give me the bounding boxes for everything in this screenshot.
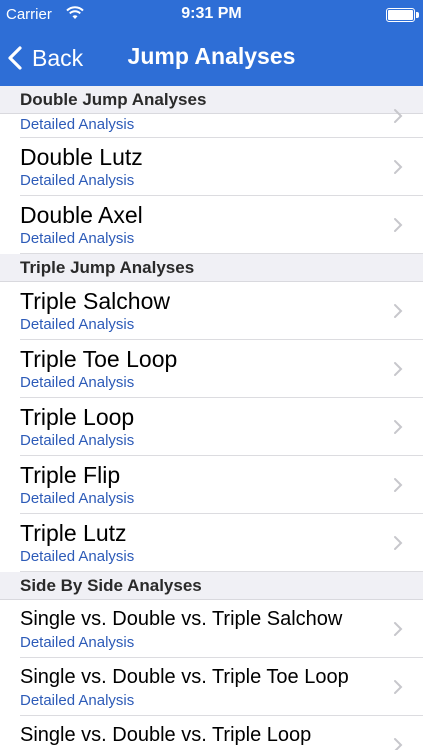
- item-subtitle: Detailed Analysis: [20, 432, 135, 449]
- item-title: Double Axel: [20, 202, 143, 228]
- chevron-right-icon: [394, 738, 403, 750]
- list-item[interactable]: Triple Salchow Detailed Analysis: [0, 282, 423, 340]
- list-item[interactable]: Triple Lutz Detailed Analysis: [0, 514, 423, 572]
- chevron-right-icon: [394, 680, 403, 694]
- list-item[interactable]: Double Axel Detailed Analysis: [0, 196, 423, 254]
- item-subtitle: Detailed Analysis: [20, 374, 135, 391]
- item-title: Single vs. Double vs. Triple Toe Loop: [20, 666, 349, 688]
- list-item[interactable]: Single vs. Double vs. Triple Salchow Det…: [0, 600, 423, 658]
- item-subtitle: Detailed Analysis: [20, 490, 135, 507]
- item-subtitle: Detailed Analysis: [20, 116, 135, 133]
- chevron-right-icon: [394, 109, 403, 123]
- item-subtitle: Detailed Analysis: [20, 548, 135, 565]
- list-item[interactable]: Single vs. Double vs. Triple Toe Loop De…: [0, 658, 423, 716]
- section-header-double: Double Jump Analyses: [0, 86, 423, 114]
- item-title: Triple Flip: [20, 462, 121, 488]
- item-subtitle: Detailed Analysis: [20, 172, 135, 189]
- chevron-right-icon: [394, 478, 403, 492]
- navigation-bar: Back Jump Analyses: [0, 30, 423, 86]
- analyses-list[interactable]: Double Jump Analyses Detailed Analysis D…: [0, 86, 423, 750]
- page-title: Jump Analyses: [127, 43, 296, 69]
- item-title: Triple Loop: [20, 404, 135, 430]
- list-item[interactable]: Detailed Analysis: [0, 109, 423, 138]
- chevron-right-icon: [394, 420, 403, 434]
- list-item[interactable]: Single vs. Double vs. Triple Loop: [0, 716, 423, 750]
- item-title: Double Lutz: [20, 144, 143, 170]
- item-subtitle: Detailed Analysis: [20, 316, 135, 333]
- chevron-right-icon: [394, 218, 403, 232]
- status-bar: Carrier 9:31 PM: [0, 0, 423, 30]
- item-subtitle: Detailed Analysis: [20, 634, 135, 651]
- list-item[interactable]: Double Lutz Detailed Analysis: [0, 138, 423, 196]
- list-item[interactable]: Triple Toe Loop Detailed Analysis: [0, 340, 423, 398]
- chevron-right-icon: [394, 362, 403, 376]
- list-item[interactable]: Triple Flip Detailed Analysis: [0, 456, 423, 514]
- item-title: Single vs. Double vs. Triple Salchow: [20, 608, 343, 630]
- section-header-side-by-side: Side By Side Analyses: [0, 572, 423, 600]
- chevron-right-icon: [394, 536, 403, 550]
- item-title: Single vs. Double vs. Triple Loop: [20, 724, 312, 746]
- item-title: Triple Lutz: [20, 520, 127, 546]
- clock: 9:31 PM: [181, 5, 242, 22]
- chevron-right-icon: [394, 304, 403, 318]
- section-header-triple: Triple Jump Analyses: [0, 254, 423, 282]
- list-item[interactable]: Triple Loop Detailed Analysis: [0, 398, 423, 456]
- item-title: Triple Salchow: [20, 288, 170, 314]
- item-subtitle: Detailed Analysis: [20, 692, 135, 709]
- chevron-right-icon: [394, 160, 403, 174]
- battery-icon: [386, 8, 415, 22]
- item-title: Triple Toe Loop: [20, 346, 178, 372]
- chevron-right-icon: [394, 622, 403, 636]
- battery-tip: [416, 12, 419, 18]
- item-subtitle: Detailed Analysis: [20, 230, 135, 247]
